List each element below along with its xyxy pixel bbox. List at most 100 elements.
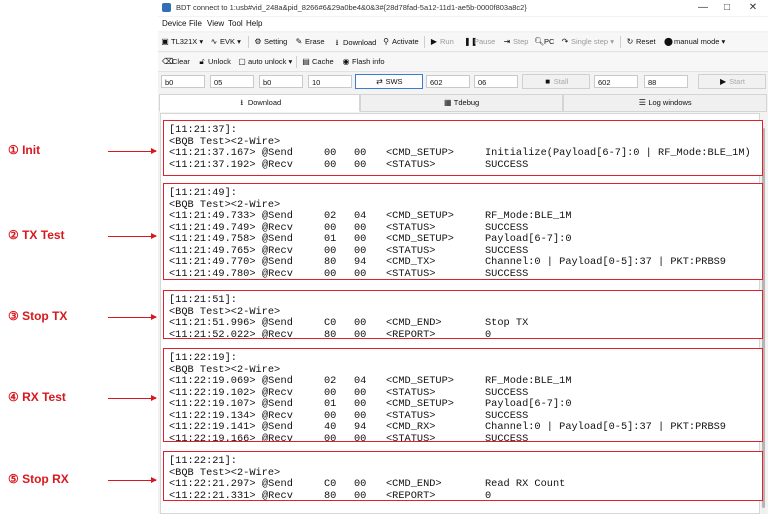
log-byte-b: 00 xyxy=(354,386,367,399)
param-field-8[interactable]: 88 xyxy=(644,75,688,88)
menu-file[interactable]: File xyxy=(189,19,202,28)
log-byte-a: 00 xyxy=(324,267,337,280)
log-time: <11:21:49.780> xyxy=(169,267,256,280)
download-icon: ⭳ xyxy=(240,98,244,107)
log-command: <STATUS> xyxy=(386,267,436,280)
param-field-7[interactable]: 602 xyxy=(594,75,638,88)
log-byte-a: 00 xyxy=(324,158,337,171)
cache-button[interactable]: ▤ Cache xyxy=(302,57,333,66)
magnifier-icon: 🔍︎ xyxy=(534,37,545,46)
chip-select[interactable]: ▣ TL321X ▾ xyxy=(161,37,203,46)
log-time: <11:22:21.331> xyxy=(169,489,256,501)
log-byte-b: 00 xyxy=(354,244,367,257)
eye-icon: ◉ xyxy=(342,57,350,66)
log-description: 0 xyxy=(485,328,492,339)
run-button[interactable]: ▶ Run xyxy=(430,37,454,46)
reset-button[interactable]: ↻ Reset xyxy=(626,37,656,46)
close-button[interactable]: ✕ xyxy=(744,1,762,15)
step-button[interactable]: ⇥ Step xyxy=(503,37,529,46)
log-byte-a: 02 xyxy=(324,210,337,222)
stall-button[interactable]: ■ Stall xyxy=(522,74,590,89)
cache-icon: ▤ xyxy=(302,57,310,66)
log-direction: @Send xyxy=(262,256,293,268)
log-description: 0 xyxy=(485,489,492,501)
param-field-6[interactable]: 06 xyxy=(474,75,518,88)
log-command: <STATUS> xyxy=(386,409,436,422)
log-direction: @Send xyxy=(262,478,293,490)
flash-info-button[interactable]: ◉ Flash info xyxy=(342,57,385,66)
log-protocol-line: <BQB Test><2-Wire> xyxy=(169,305,281,318)
tab-download[interactable]: ⭳ Download xyxy=(159,94,360,112)
log-byte-b: 04 xyxy=(354,210,367,222)
activate-button[interactable]: ⚲ Activate xyxy=(382,37,419,46)
log-byte-a: 00 xyxy=(324,244,337,257)
single-step-icon: ↷ xyxy=(561,37,569,46)
param-field-5[interactable]: 602 xyxy=(426,75,470,88)
sws-button[interactable]: ⇄ SWS xyxy=(355,74,423,89)
param-field-1[interactable]: b0 xyxy=(161,75,205,88)
tab-log-windows[interactable]: ☰ Log windows xyxy=(563,94,767,112)
tab-tdebug[interactable]: ▦ Tdebug xyxy=(360,94,563,112)
log-description: Channel:0 | Payload[0-5]:37 | PKT:PRBS9 xyxy=(485,421,726,433)
gear-icon: ⚙ xyxy=(254,37,262,46)
log-direction: @Send xyxy=(262,147,293,159)
log-description: Payload[6-7]:0 xyxy=(485,398,572,410)
menu-tool[interactable]: Tool xyxy=(228,19,243,28)
log-description: Payload[6-7]:0 xyxy=(485,233,572,245)
setting-button[interactable]: ⚙ Setting xyxy=(254,37,287,46)
log-direction: @Recv xyxy=(262,386,293,399)
param-field-4[interactable]: 10 xyxy=(308,75,352,88)
log-protocol-line: <BQB Test><2-Wire> xyxy=(169,198,281,211)
log-box-stop-rx: [11:22:21]: <BQB Test><2-Wire> <11:22:21.2… xyxy=(163,451,763,501)
start-button[interactable]: ▶ Start xyxy=(698,74,766,89)
log-entry: <11:21:49.733> @Send 02 04 <CMD_SETUP> RF_Mod… xyxy=(169,210,759,222)
board-select[interactable]: ∿ EVK ▾ xyxy=(210,37,241,46)
view-tabs: ⭳ Download ▦ Tdebug ☰ Log windows xyxy=(158,94,768,112)
maximize-button[interactable]: □ xyxy=(718,1,736,15)
log-direction: @Recv xyxy=(262,244,293,257)
log-direction: @Send xyxy=(262,233,293,245)
log-direction: @Send xyxy=(262,421,293,433)
log-entry: <11:22:21.331> @Recv 80 00 <REPORT> 0 xyxy=(169,489,759,501)
log-byte-a: 80 xyxy=(324,489,337,501)
log-command: <CMD_END> xyxy=(386,478,442,490)
pause-icon: ❚❚ xyxy=(464,37,478,46)
download-button[interactable]: ⭳ Download xyxy=(333,37,377,51)
log-entry: <11:22:19.166> @Recv 00 00 <STATUS> SUCCESS xyxy=(169,433,759,442)
unlock-button[interactable]: 🔓︎ Unlock xyxy=(198,57,231,67)
single-step-select[interactable]: ↷ Single step ▾ xyxy=(561,37,614,46)
pc-button[interactable]: 🔍︎PC xyxy=(534,37,554,46)
erase-button[interactable]: ✎ Erase xyxy=(295,37,325,46)
debug-icon: ▦ xyxy=(444,98,452,107)
log-byte-b: 00 xyxy=(354,409,367,422)
auto-unlock-select[interactable]: ▢ auto unlock ▾ xyxy=(238,57,292,66)
log-byte-b: 00 xyxy=(354,233,367,245)
stall-icon: ■ xyxy=(545,77,551,86)
log-entry: <11:22:19.134> @Recv 00 00 <STATUS> SUCCESS xyxy=(169,410,759,422)
param-field-3[interactable]: b0 xyxy=(259,75,303,88)
log-description: SUCCESS xyxy=(485,386,529,399)
log-command: <CMD_SETUP> xyxy=(386,398,454,410)
log-byte-a: 00 xyxy=(324,147,337,159)
download-icon: ⭳ xyxy=(335,38,339,47)
menu-help[interactable]: Help xyxy=(246,19,262,28)
log-description: Stop TX xyxy=(485,317,529,329)
log-time: <11:21:49.749> xyxy=(169,221,256,234)
log-protocol-line: <BQB Test><2-Wire> xyxy=(169,363,281,376)
start-icon: ▶ xyxy=(720,77,727,86)
log-entry: <11:21:37.167> @Send 00 00 <CMD_SETUP> Initia… xyxy=(169,147,759,159)
log-entry: <11:22:19.102> @Recv 00 00 <STATUS> SUCCESS xyxy=(169,387,759,399)
log-byte-a: C0 xyxy=(324,317,337,329)
minimize-button[interactable]: — xyxy=(694,1,712,15)
menu-view[interactable]: View xyxy=(207,19,224,28)
play-icon: ▶ xyxy=(430,37,438,46)
mode-select[interactable]: ⬤manual mode ▾ xyxy=(664,37,725,46)
menu-device[interactable]: Device xyxy=(162,19,186,28)
unlock-icon: 🔓︎ xyxy=(199,57,205,66)
clear-button[interactable]: ⌫Clear xyxy=(162,57,190,66)
log-entry: <11:22:19.141> @Send 40 94 <CMD_RX> Channel:0… xyxy=(169,421,759,433)
log-description: Channel:0 | Payload[0-5]:37 | PKT:PRBS9 xyxy=(485,256,726,268)
step-label-stop-tx: ③ Stop TX xyxy=(8,309,68,323)
pause-button[interactable]: ❚❚Pause xyxy=(464,37,495,46)
param-field-2[interactable]: 05 xyxy=(210,75,254,88)
